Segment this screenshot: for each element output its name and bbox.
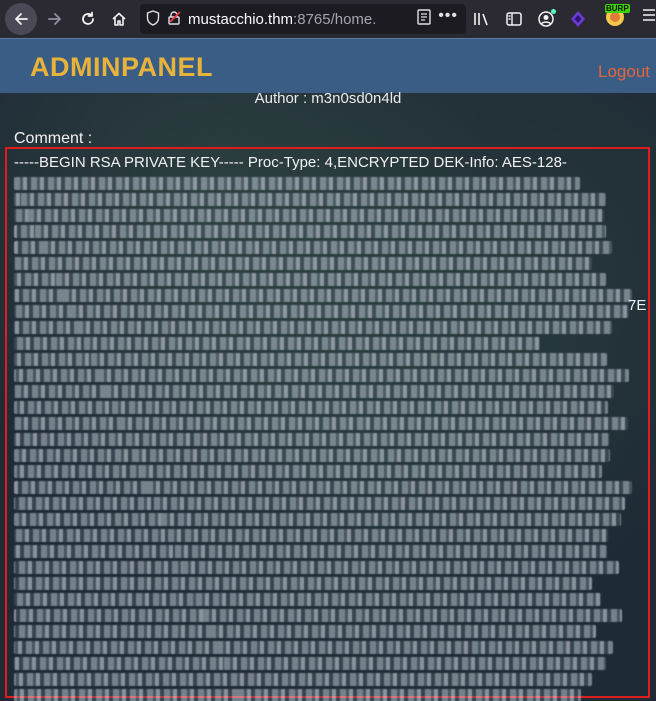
redacted-key-line (14, 641, 613, 654)
redacted-key-line (14, 337, 540, 350)
url-text[interactable]: mustacchio.thm:8765/home. (188, 11, 376, 28)
redacted-key-line (14, 481, 632, 494)
reload-icon (82, 11, 94, 25)
private-key-tail-text: 7E (628, 297, 647, 314)
redacted-key-line (14, 673, 592, 686)
back-arrow-icon (15, 13, 28, 25)
redacted-key-line (14, 625, 596, 638)
url-host: mustacchio.thm (188, 10, 294, 28)
redacted-key-line (14, 193, 606, 206)
redacted-key-line (14, 465, 602, 478)
redacted-key-line (14, 545, 607, 558)
redacted-key-line (14, 561, 619, 574)
forward-arrow-icon (48, 13, 61, 25)
reload-button[interactable] (76, 7, 100, 31)
redacted-key-line (14, 593, 601, 606)
author-line: Author : m3n0sd0n4ld (254, 90, 402, 107)
redacted-key-line (14, 657, 606, 670)
redacted-key-line (14, 401, 608, 414)
menu-icon[interactable] (641, 7, 656, 28)
forward-button[interactable] (43, 7, 67, 31)
private-key-first-line: -----BEGIN RSA PRIVATE KEY----- Proc-Typ… (14, 154, 567, 171)
redacted-key-line (14, 369, 629, 382)
redacted-key-line (14, 209, 604, 222)
insecure-lock-icon[interactable] (166, 10, 188, 29)
library-icon[interactable] (470, 7, 494, 31)
more-icon[interactable]: ••• (438, 7, 458, 25)
shield-icon[interactable] (146, 9, 166, 29)
redacted-key-line (14, 689, 581, 701)
redacted-key-line (14, 449, 610, 462)
redacted-key-line (14, 273, 606, 286)
reader-view-icon[interactable] (416, 8, 432, 29)
brand-logo[interactable]: ADMINPANEL (30, 52, 213, 83)
browser-toolbar: mustacchio.thm:8765/home. ••• BURP (0, 0, 656, 38)
account-icon[interactable] (534, 7, 558, 31)
toolbar-right-icons (470, 7, 590, 31)
redacted-key-line (14, 225, 606, 238)
redacted-key-line (14, 289, 632, 302)
redacted-key-line (14, 497, 625, 510)
home-icon (112, 12, 126, 26)
redacted-key-line (14, 305, 629, 318)
sidebar-icon[interactable] (502, 7, 526, 31)
redacted-key-line (14, 241, 612, 254)
home-button[interactable] (107, 7, 131, 31)
redacted-key-line (14, 609, 622, 622)
extension-icon[interactable] (566, 7, 590, 31)
redacted-key-line (14, 177, 580, 190)
burp-icon[interactable]: BURP (603, 4, 630, 28)
redacted-key-line (14, 385, 614, 398)
back-button[interactable] (5, 3, 37, 35)
redacted-key-line (14, 513, 621, 526)
burp-badge: BURP (605, 4, 630, 13)
admin-navbar: ADMINPANEL Logout (0, 38, 656, 93)
logout-link[interactable]: Logout (598, 62, 650, 82)
redacted-key-line (14, 353, 607, 366)
page-content: ADMINPANEL Logout Author : m3n0sd0n4ld C… (0, 38, 656, 701)
comment-label: Comment : (14, 130, 93, 147)
redacted-key-line (14, 257, 592, 270)
address-bar[interactable]: mustacchio.thm:8765/home. ••• (140, 4, 466, 34)
redacted-key-line (14, 433, 609, 446)
url-path: :8765/home. (293, 10, 377, 28)
redacted-key-line (14, 529, 608, 542)
redacted-key-line (14, 321, 612, 334)
redacted-key-line (14, 417, 628, 430)
redacted-key-line (14, 577, 592, 590)
